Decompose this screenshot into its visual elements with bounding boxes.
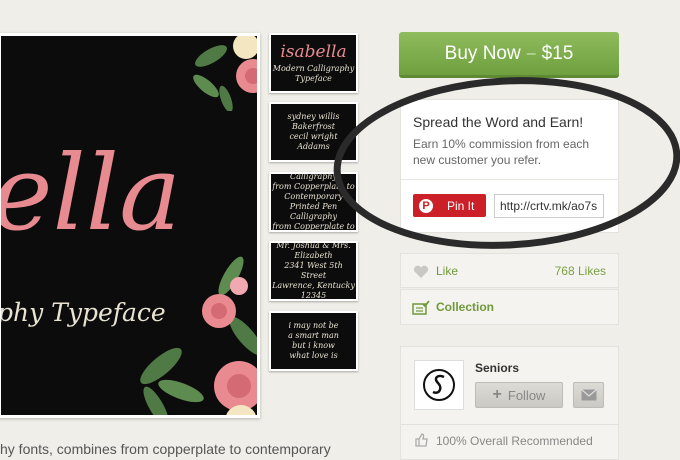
like-row[interactable]: Like 768 Likes — [400, 253, 619, 288]
referral-text: Earn 10% commission from each new custom… — [413, 137, 590, 167]
divider — [401, 424, 618, 425]
thumbnail-5[interactable]: i may not be a smart man but i know what… — [269, 311, 358, 371]
pinterest-icon: P — [419, 198, 433, 213]
shop-logo-icon — [423, 369, 455, 401]
thumbnail-text: i may not be a smart man but i know what… — [288, 321, 339, 360]
like-count: 768 Likes — [554, 264, 606, 278]
divider — [401, 179, 618, 180]
like-label: Like — [436, 264, 459, 278]
plus-icon: + — [492, 386, 502, 403]
thumbnail-4[interactable]: Mr. Joshua & Mrs. Elizabeth 2341 West 5t… — [269, 241, 358, 301]
main-preview-image[interactable]: ella phy Typeface — [0, 33, 260, 418]
thumbnail-text: Printed Pen Calligraphy from Copperplate… — [272, 172, 355, 231]
shop-name[interactable]: Seniors — [475, 361, 519, 375]
thumbnail-title: isabella — [280, 42, 347, 63]
thumbnail-text: Mr. Joshua & Mrs. Elizabeth 2341 West 5t… — [272, 241, 355, 300]
shop-owner-panel: Seniors + Follow 100% Overall Recommende… — [400, 346, 619, 460]
pin-it-button[interactable]: P Pin It — [413, 194, 486, 217]
thumbnail-3[interactable]: Printed Pen Calligraphy from Copperplate… — [269, 172, 358, 232]
follow-label: Follow — [507, 387, 546, 403]
flower-top-decoration — [193, 36, 257, 111]
buy-now-label: Buy Now — [444, 42, 521, 64]
collection-add-icon — [412, 300, 430, 315]
buy-separator: – — [526, 44, 536, 62]
thumbs-up-icon — [415, 433, 428, 447]
referral-url-field[interactable] — [494, 194, 604, 218]
thumbnail-1[interactable]: isabella Modern Calligraphy Typeface — [269, 33, 358, 93]
collection-row[interactable]: Collection — [400, 289, 619, 325]
thumbnail-subtitle: Modern Calligraphy Typeface — [272, 63, 355, 83]
recommended-text: 100% Overall Recommended — [436, 434, 593, 448]
follow-button[interactable]: + Follow — [475, 382, 563, 408]
heart-icon — [413, 265, 429, 278]
collection-label: Collection — [436, 300, 495, 314]
flower-bottom-decoration — [140, 256, 257, 415]
referral-title: Spread the Word and Earn! — [413, 114, 584, 130]
referral-panel: Spread the Word and Earn! Earn 10% commi… — [400, 99, 619, 233]
message-button[interactable] — [573, 382, 604, 408]
font-description: hy fonts, combines from copperplate to c… — [0, 441, 331, 457]
mail-icon — [580, 389, 597, 401]
pin-it-label: Pin It — [447, 198, 475, 213]
shop-avatar[interactable] — [414, 360, 464, 410]
thumbnail-text: sydney willis Bakerfrost cecil wright Ad… — [287, 112, 340, 151]
buy-now-button[interactable]: Buy Now – $15 — [399, 32, 619, 78]
thumbnail-2[interactable]: sydney willis Bakerfrost cecil wright Ad… — [269, 102, 358, 162]
buy-price: $15 — [541, 42, 574, 64]
